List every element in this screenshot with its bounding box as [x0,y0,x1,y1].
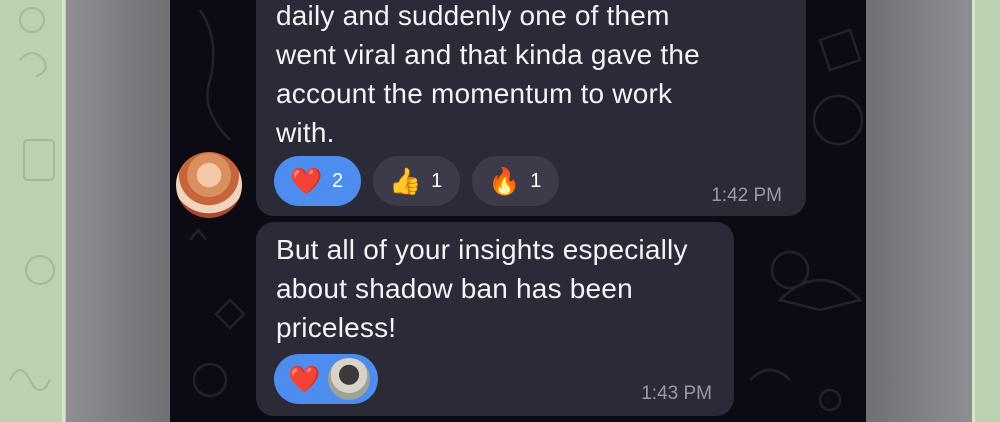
right-dim-band [866,0,972,422]
heart-emoji-icon: ❤️ [290,166,323,196]
reaction-count: 1 [431,169,443,192]
left-dim-band [66,0,170,422]
message-bubble[interactable]: But all of your insights especially abou… [256,222,734,416]
fire-emoji-icon: 🔥 [488,166,521,196]
reactor-avatar [326,356,372,402]
message-text: daily and suddenly one of them went vira… [276,0,700,148]
message-timestamp: 1:43 PM [641,383,712,404]
reaction-bar: ❤️ 2 👍 1 🔥 1 [274,156,560,206]
reaction-count: 2 [332,169,344,192]
left-edge-line [62,0,65,422]
reaction-heart[interactable]: ❤️ 2 [274,156,362,206]
reaction-thumbs-up[interactable]: 👍 1 [373,156,461,206]
sender-avatar[interactable] [176,152,242,218]
left-wallpaper-edge [0,0,66,422]
thumbs-up-emoji-icon: 👍 [389,166,422,196]
left-doodles [9,7,55,391]
reaction-heart[interactable]: ❤️ [274,354,378,404]
message-bubble[interactable]: daily and suddenly one of them went vira… [256,0,806,216]
reaction-bar: ❤️ [274,354,378,404]
message-text: But all of your insights especially abou… [276,234,688,343]
right-wallpaper-edge [972,0,1000,422]
right-edge-line [972,0,975,422]
reaction-count: 1 [530,169,542,192]
message-timestamp: 1:42 PM [711,185,782,206]
reaction-fire[interactable]: 🔥 1 [472,156,560,206]
chat-area[interactable]: daily and suddenly one of them went vira… [170,0,866,422]
heart-emoji-icon: ❤️ [288,364,321,394]
